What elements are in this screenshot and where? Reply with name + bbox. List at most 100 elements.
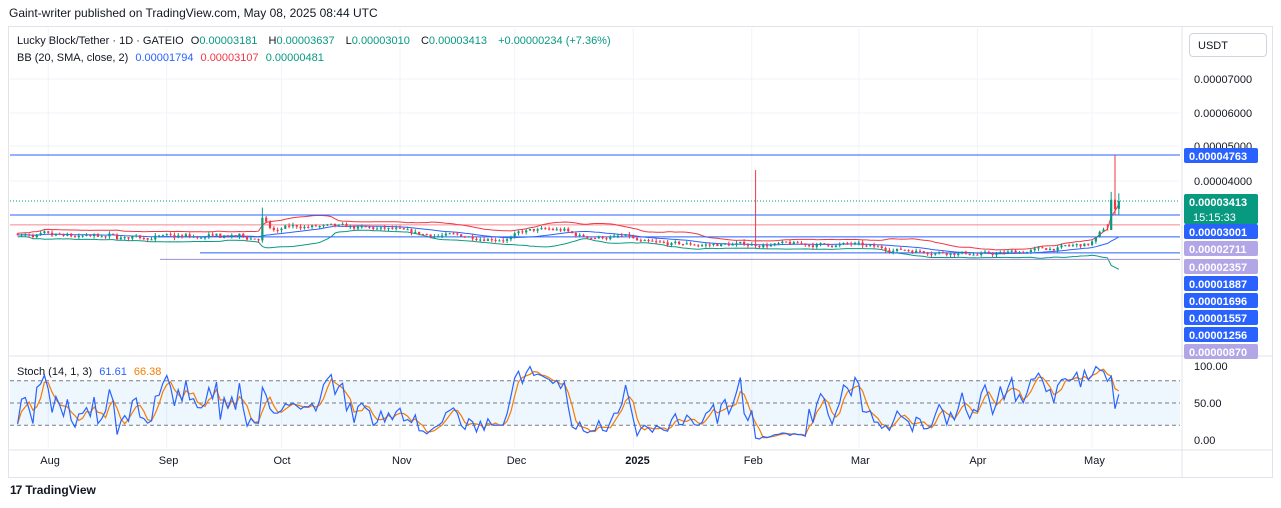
ohlc-legend: Lucky Block/Tether · 1D · GATEIO O0.0000… [17,35,615,47]
candle-body [922,251,925,253]
candle-body [861,242,864,246]
candle-body [1029,250,1032,252]
candle-body [735,243,738,245]
candle-body [1098,231,1101,237]
candle-body [685,243,688,245]
candle-body [999,252,1002,254]
candle-body [853,242,857,245]
candle-body [322,225,325,227]
bb-lower-value: 0.00000481 [265,52,324,64]
candle-body [899,248,902,250]
stoch-tick-label: 50.00 [1194,398,1222,410]
candle-body [345,224,348,228]
candle-body [131,235,134,239]
candle-body [1090,241,1094,245]
candle-body [796,242,799,244]
candle-body [834,245,837,247]
candle-body [219,233,222,238]
candle-body [211,234,214,236]
candle-body [1056,247,1059,251]
candle-body [930,254,933,256]
candle-body [349,226,352,228]
candle-body [892,250,895,252]
candle-body [850,243,853,245]
candle-body [773,243,776,246]
candle-body [792,242,795,245]
candle-body [81,235,84,237]
candle-body [318,226,321,228]
candle-body [39,233,42,235]
candle-body [754,244,757,247]
bb-upper-value: 0.00003107 [200,52,259,64]
price-level-label: 0.00001887 [1189,279,1247,291]
candle-body [353,226,356,229]
candle-body [808,245,811,247]
candle-body [1041,247,1044,249]
stoch-k-value: 61.61 [99,366,127,378]
candle-body [66,233,69,236]
bb-basis-value: 0.00001794 [135,52,194,64]
candle-body [364,226,367,228]
candle-body [739,241,742,244]
candle-body [62,234,65,236]
candle-body [976,254,979,256]
candle-body [720,244,723,247]
candle-body [77,235,80,238]
stoch-label[interactable]: Stoch (14, 1, 3) [17,366,92,378]
bb-label[interactable]: BB (20, SMA, close, 2) [17,52,128,64]
candle-body [605,238,608,240]
candle-body [383,227,386,229]
price-level-label: 0.00001696 [1189,296,1247,308]
candle-body [238,233,241,237]
candle-body [601,236,604,239]
candle-body [846,242,849,244]
open-value: 0.00003181 [199,35,258,47]
candle-body [200,237,203,239]
candle-body [1079,244,1082,247]
candle-body [1064,245,1067,247]
candle-body [310,225,314,228]
candle-body [177,235,180,238]
candle-body [926,252,929,255]
candle-body [1068,245,1071,247]
candle-body [173,235,176,238]
chart-svg[interactable]: 0.000070000.000060000.000050000.00004000… [0,0,1281,508]
candle-body [532,228,535,231]
time-tick-label: Aug [40,455,60,467]
countdown-label: 15:15:33 [1193,212,1236,224]
candle-body [234,235,237,237]
candle-body [708,244,711,246]
low-value: 0.00003010 [351,35,410,47]
candle-body [135,235,138,237]
symbol-name[interactable]: Lucky Block/Tether · 1D · GATEIO [17,35,184,47]
candle-body [689,243,692,245]
candle-body [54,233,57,236]
candle-body [486,239,490,241]
candle-body [1083,243,1086,247]
candle-body [815,244,818,247]
candle-body [108,233,111,237]
candle-body [712,244,715,246]
candle-body [678,241,681,244]
candle-body [635,238,639,241]
candle-body [880,246,883,249]
candle-body [1025,251,1029,254]
candle-body [284,225,287,229]
candle-body [723,243,727,245]
bb-legend: BB (20, SMA, close, 2) 0.00001794 0.0000… [17,52,328,64]
candle-body [1102,229,1105,232]
candle-body [35,234,38,238]
candle-body [24,234,27,236]
price-tick-label: 0.00007000 [1194,74,1252,86]
candle-body [1110,199,1113,230]
time-tick-label: Mar [851,455,870,467]
candle-body [188,234,191,237]
candle-body [398,227,402,229]
candle-body [548,228,551,230]
currency-button[interactable]: USDT [1189,33,1267,57]
candle-body [475,238,478,241]
high-value: 0.00003637 [276,35,335,47]
candle-body [769,245,772,247]
candle-body [303,226,306,229]
candle-body [47,231,50,233]
